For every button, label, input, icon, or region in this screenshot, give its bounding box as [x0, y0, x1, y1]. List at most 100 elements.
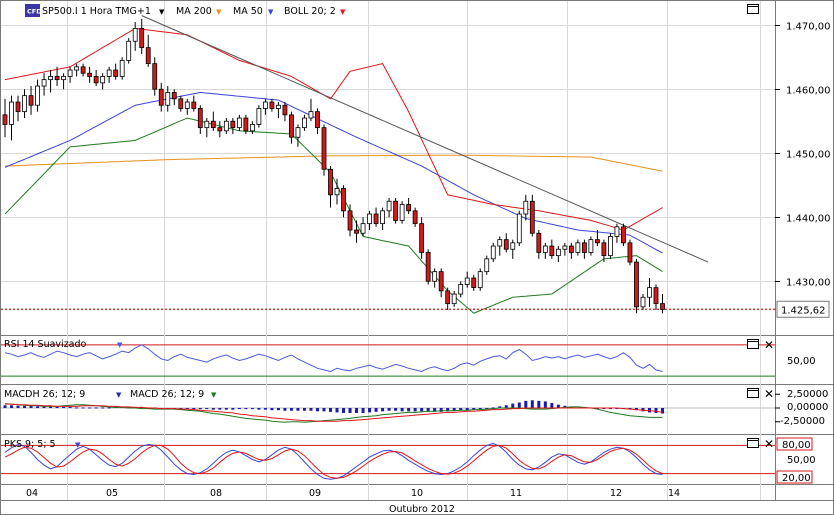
macd-histogram-bar: [23, 405, 27, 408]
boll-dropdown-icon[interactable]: ▼: [340, 8, 346, 16]
pks-maximize-icon[interactable]: [747, 438, 759, 448]
candle-body: [555, 248, 561, 257]
macd-label[interactable]: MACD 26; 12; 9: [130, 389, 204, 400]
rsi-dropdown-icon[interactable]: ▼: [117, 341, 123, 349]
macd-histogram-bar: [524, 400, 528, 408]
macd-maximize-icon[interactable]: [747, 388, 759, 398]
macd-histogram-bar: [517, 402, 521, 408]
macd-histogram-bar: [289, 408, 293, 411]
macd-histogram-bar: [224, 408, 228, 410]
candle-body: [360, 223, 366, 234]
macd-histogram-bar: [36, 406, 40, 408]
macd-histogram-bar: [296, 408, 300, 411]
pks-axis-tick: 20,00: [782, 473, 811, 484]
macd-axis-tick: 2,50000: [787, 389, 828, 400]
candle-body: [54, 76, 60, 81]
macdh-label[interactable]: MACDH 26; 12; 9: [4, 389, 85, 400]
candle-body: [542, 245, 548, 253]
ma200-label[interactable]: MA 200: [176, 6, 212, 17]
macd-histogram-bar: [543, 401, 547, 408]
candle-body: [321, 127, 327, 170]
macd-histogram-bar: [342, 408, 346, 413]
candle-body: [445, 290, 451, 305]
candle-body: [302, 117, 307, 129]
candle-body: [80, 66, 86, 74]
candle-body: [425, 252, 431, 282]
candle-body: [621, 226, 626, 244]
candle-body: [634, 261, 639, 308]
candle-body: [354, 229, 359, 234]
main-legend: CFD SP500.I 1 Hora TMG+1 ▼ MA 200 ▼ MA 5…: [25, 4, 346, 17]
candle-body: [113, 69, 119, 77]
macd-dropdown-icon[interactable]: ▼: [211, 391, 217, 399]
boll-label[interactable]: BOLL 20; 2: [284, 6, 336, 17]
candle-body: [516, 213, 522, 244]
macd-histogram-bar: [654, 408, 658, 413]
candle-body: [41, 79, 47, 87]
candle-body: [568, 245, 574, 253]
macdh-dropdown-icon[interactable]: ▼: [116, 391, 122, 399]
candle-body: [653, 287, 659, 305]
macd-histogram-bar: [530, 400, 534, 408]
ma50-dropdown-icon[interactable]: ▼: [268, 8, 274, 16]
ma200-dropdown-icon[interactable]: ▼: [216, 8, 222, 16]
macd-histogram-bar: [198, 408, 202, 410]
candle-body: [484, 258, 490, 273]
candle-body: [471, 277, 477, 289]
macd-histogram-bar: [250, 408, 254, 410]
macd-histogram-bar: [478, 408, 482, 410]
candle-body: [399, 204, 405, 221]
x-axis-tick-label: 10: [411, 488, 423, 499]
candle-body: [35, 85, 40, 106]
candle-body: [549, 245, 555, 257]
macd-histogram-bar: [75, 407, 79, 409]
candle-body: [223, 120, 229, 132]
macd-histogram-bar: [537, 400, 541, 408]
symbol-label[interactable]: SP500.I 1 Hora TMG+1: [42, 6, 151, 17]
candle-body: [165, 92, 171, 106]
rsi-maximize-icon[interactable]: [747, 339, 759, 349]
pks-close-icon[interactable]: ✕: [764, 437, 774, 451]
macd-histogram-bar: [511, 403, 515, 408]
candle-body: [393, 200, 399, 221]
price-axis-label: 1.430,00: [786, 278, 831, 289]
candle-body: [451, 293, 457, 305]
candle-body: [315, 111, 320, 129]
ma50-label[interactable]: MA 50: [233, 6, 263, 17]
rsi-close-icon[interactable]: ✕: [764, 338, 774, 352]
candle-body: [249, 124, 255, 132]
symbol-dropdown-icon[interactable]: ▼: [159, 8, 165, 16]
rsi-label[interactable]: RSI 14 Suavizado: [4, 339, 87, 350]
candle-body: [529, 200, 535, 234]
candle-body: [269, 101, 275, 109]
candle-body: [282, 104, 288, 116]
candle-body: [262, 101, 268, 109]
rsi-axis-label: 50,00: [787, 356, 816, 367]
macd-close-icon[interactable]: ✕: [764, 387, 774, 401]
candle-body: [341, 188, 346, 212]
maximize-icon[interactable]: [747, 4, 759, 14]
candle-body: [236, 117, 242, 129]
candle-body: [581, 242, 587, 253]
candle-body: [9, 101, 14, 125]
candle-body: [334, 188, 340, 196]
pks-dropdown-icon[interactable]: ▼: [75, 441, 81, 449]
macd-histogram-bar: [10, 405, 14, 408]
candle-body: [510, 242, 516, 250]
candle-body: [419, 223, 425, 253]
candle-body: [119, 60, 125, 77]
macd-histogram-bar: [309, 408, 313, 411]
candle-body: [178, 98, 184, 109]
pks-axis-tick: 50,00: [787, 455, 816, 466]
macd-histogram-bar: [94, 407, 98, 409]
candle-body: [87, 72, 93, 77]
macd-histogram-bar: [218, 408, 222, 410]
cfd-badge-text: CFD: [27, 8, 42, 16]
macd-histogram-bar: [88, 407, 92, 409]
pks-label[interactable]: PKS 9; 5; 5: [4, 439, 56, 450]
current-price-label: 1.425,62: [781, 305, 826, 316]
candle-body: [74, 66, 80, 71]
candle-body: [660, 303, 665, 310]
candle-body: [28, 95, 34, 106]
candle-body: [2, 114, 8, 125]
